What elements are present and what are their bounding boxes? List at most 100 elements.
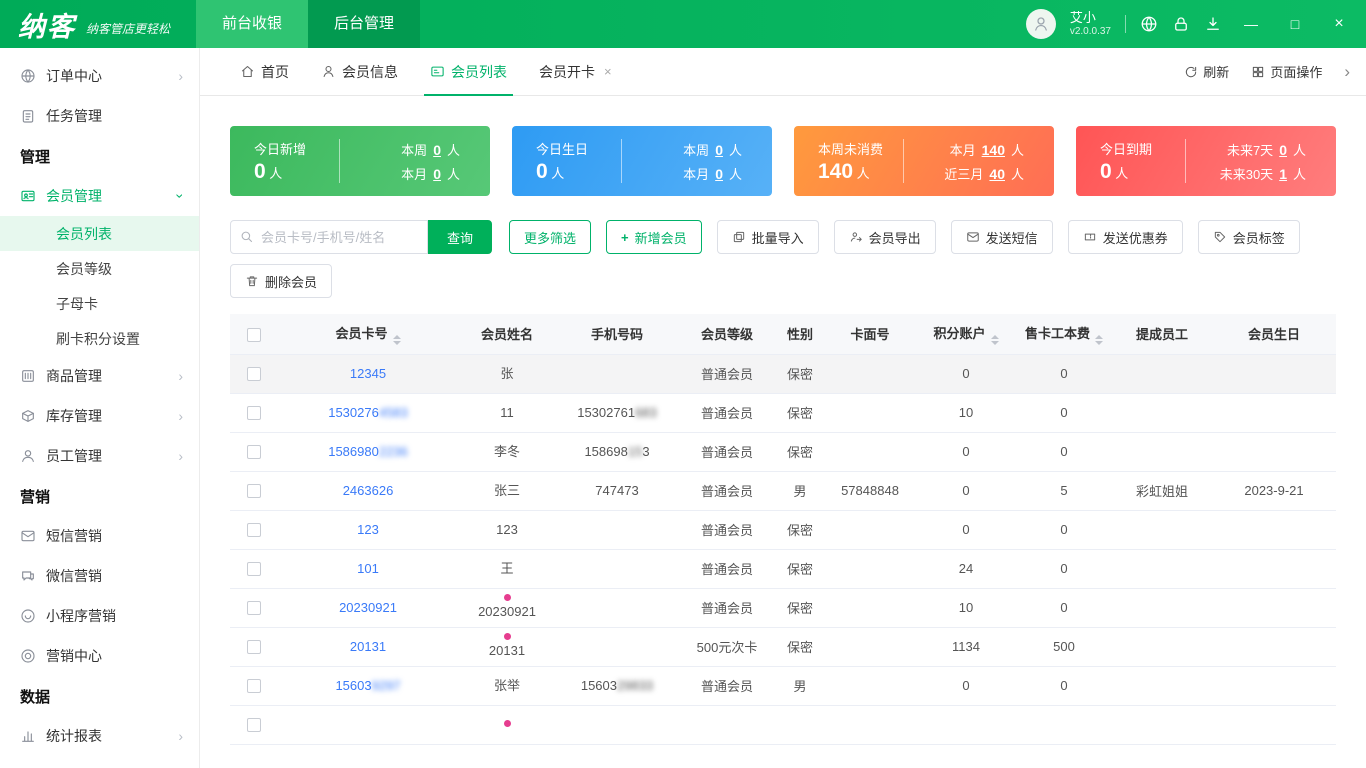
stat-sub-row[interactable]: 近三月40人 [944,164,1024,183]
column-header-fee[interactable]: 售卡工本费 [1016,314,1112,354]
member-card-link[interactable]: 20131 [350,639,386,654]
column-header-card[interactable]: 会员卡号 [278,314,458,354]
sidebar-subitem-card-points-settings[interactable]: 刷卡积分设置 [0,321,199,356]
table-row[interactable]: 12345 张 普通会员 保密 0 0 [230,354,1336,393]
table-row[interactable]: 20230921 20230921 普通会员 保密 10 0 [230,588,1336,627]
minimize-button[interactable]: — [1236,16,1266,32]
sidebar-item-task-management[interactable]: 任务管理 [0,96,199,136]
top-nav: 前台收银后台管理 [196,0,420,48]
stat-sub-row[interactable]: 本周0人 [683,140,742,159]
sidebar-item-sms-marketing[interactable]: 短信营销 [0,516,199,556]
avatar[interactable] [1026,9,1056,39]
row-checkbox[interactable] [247,367,261,381]
column-header-points[interactable]: 积分账户 [916,314,1016,354]
chevron-right-icon[interactable]: › [1344,62,1350,82]
globe-icon[interactable] [1140,15,1158,33]
close-button[interactable]: × [1324,15,1354,33]
table-row[interactable]: 2463626 张三 747473 普通会员 男 57848848 0 5 彩虹… [230,471,1336,510]
sidebar-item-data-analysis[interactable]: 数据分析› [0,756,199,768]
stat-sub-row[interactable]: 本周0人 [401,140,460,159]
send-sms-button[interactable]: 发送短信 [951,220,1053,254]
sidebar-item-marketing-center[interactable]: 营销中心 [0,636,199,676]
row-checkbox[interactable] [247,562,261,576]
nav-tab-backend[interactable]: 后台管理 [308,0,420,48]
sidebar-subitem-member-list[interactable]: 会员列表 [0,216,199,251]
nav-tab-cashier[interactable]: 前台收银 [196,0,308,48]
sort-icon[interactable] [991,335,999,345]
sort-icon[interactable] [1095,335,1103,345]
table-row[interactable]: 20131 20131 500元次卡 保密 1134 500 [230,627,1336,666]
member-tags-button[interactable]: 会员标签 [1198,220,1300,254]
add-member-button[interactable]: + 新增会员 [606,220,702,254]
stat-sub-value[interactable]: 0 [1279,142,1287,158]
stat-sub-row[interactable]: 本月0人 [401,164,460,183]
stat-sub-value[interactable]: 1 [1279,166,1287,182]
row-checkbox[interactable] [247,718,261,732]
tab-member-card-open[interactable]: 会员开卡 × [523,48,628,96]
member-card-link[interactable]: 156039297 [335,678,400,693]
table-row[interactable] [230,705,1336,744]
tab-home[interactable]: 首页 [224,48,305,96]
lock-icon[interactable] [1172,15,1190,33]
row-checkbox[interactable] [247,445,261,459]
sort-icon[interactable] [393,335,401,345]
sidebar-item-inventory-management[interactable]: 库存管理› [0,396,199,436]
export-members-button[interactable]: 会员导出 [834,220,936,254]
sidebar-item-staff-management[interactable]: 员工管理› [0,436,199,476]
query-button[interactable]: 查询 [428,220,492,254]
search-input[interactable] [230,220,428,254]
table-row[interactable]: 101 王 普通会员 保密 24 0 [230,549,1336,588]
sidebar-item-statistics-report[interactable]: 统计报表› [0,716,199,756]
row-checkbox[interactable] [247,601,261,615]
stat-sub-row[interactable]: 本月0人 [683,164,742,183]
member-card-link[interactable]: 15869802236 [328,444,408,459]
member-card-link[interactable]: 20230921 [339,600,397,615]
stat-sub-value[interactable]: 0 [433,166,441,182]
sidebar-subitem-member-level[interactable]: 会员等级 [0,251,199,286]
download-icon[interactable] [1204,15,1222,33]
member-card-link[interactable]: 101 [357,561,379,576]
blurred-text: 9297 [372,678,401,693]
tab-member-list[interactable]: 会员列表 [414,48,523,96]
close-tab-icon[interactable]: × [604,64,612,79]
row-checkbox[interactable] [247,484,261,498]
select-all-checkbox[interactable] [247,328,261,342]
stat-sub-row[interactable]: 本月140人 [950,140,1024,159]
stat-sub-value[interactable]: 0 [433,142,441,158]
stat-sub-value[interactable]: 140 [982,142,1005,158]
row-checkbox[interactable] [247,523,261,537]
stat-sub-value[interactable]: 0 [715,166,723,182]
table-row[interactable]: 156039297 张举 1560329833 普通会员 男 0 0 [230,666,1336,705]
table-row[interactable]: 15302764583 11 15302761683 普通会员 保密 10 0 [230,393,1336,432]
sidebar-item-miniapp-marketing[interactable]: 小程序营销 [0,596,199,636]
send-coupon-button[interactable]: 发送优惠券 [1068,220,1183,254]
sidebar-item-goods-management[interactable]: 商品管理› [0,356,199,396]
member-card-link[interactable]: 15302764583 [328,405,408,420]
sidebar-item-order-center[interactable]: 订单中心› [0,56,199,96]
member-card-link[interactable]: 2463626 [343,483,394,498]
sidebar-subitem-parent-child-card[interactable]: 子母卡 [0,286,199,321]
row-checkbox[interactable] [247,679,261,693]
tab-member-info[interactable]: 会员信息 [305,48,414,96]
stat-sub-value[interactable]: 0 [715,142,723,158]
page-ops-button[interactable]: 页面操作 [1251,62,1322,81]
sidebar-item-wechat-marketing[interactable]: 微信营销 [0,556,199,596]
delete-members-button[interactable]: 删除会员 [230,264,332,298]
refresh-button[interactable]: 刷新 [1184,62,1229,81]
stat-sub-value[interactable]: 40 [989,166,1005,182]
batch-import-button[interactable]: 批量导入 [717,220,819,254]
more-filters-button[interactable]: 更多筛选 [509,220,591,254]
row-checkbox[interactable] [247,640,261,654]
stat-sub-row[interactable]: 未来30天1人 [1220,164,1306,183]
table-row[interactable]: 15869802236 李冬 158698153 普通会员 保密 0 0 [230,432,1336,471]
cell-points: 1134 [916,627,1016,666]
maximize-button[interactable]: □ [1280,16,1310,32]
table-row[interactable]: 123 123 普通会员 保密 0 0 [230,510,1336,549]
member-card-link[interactable]: 123 [357,522,379,537]
stat-sub-row[interactable]: 未来7天0人 [1227,140,1306,159]
user-box[interactable]: 艾小 v2.0.0.37 [1070,10,1111,38]
sidebar-item-member-management[interactable]: 会员管理› [0,176,199,216]
member-card-link[interactable]: 12345 [350,366,386,381]
row-checkbox[interactable] [247,406,261,420]
cell-points: 0 [916,666,1016,705]
